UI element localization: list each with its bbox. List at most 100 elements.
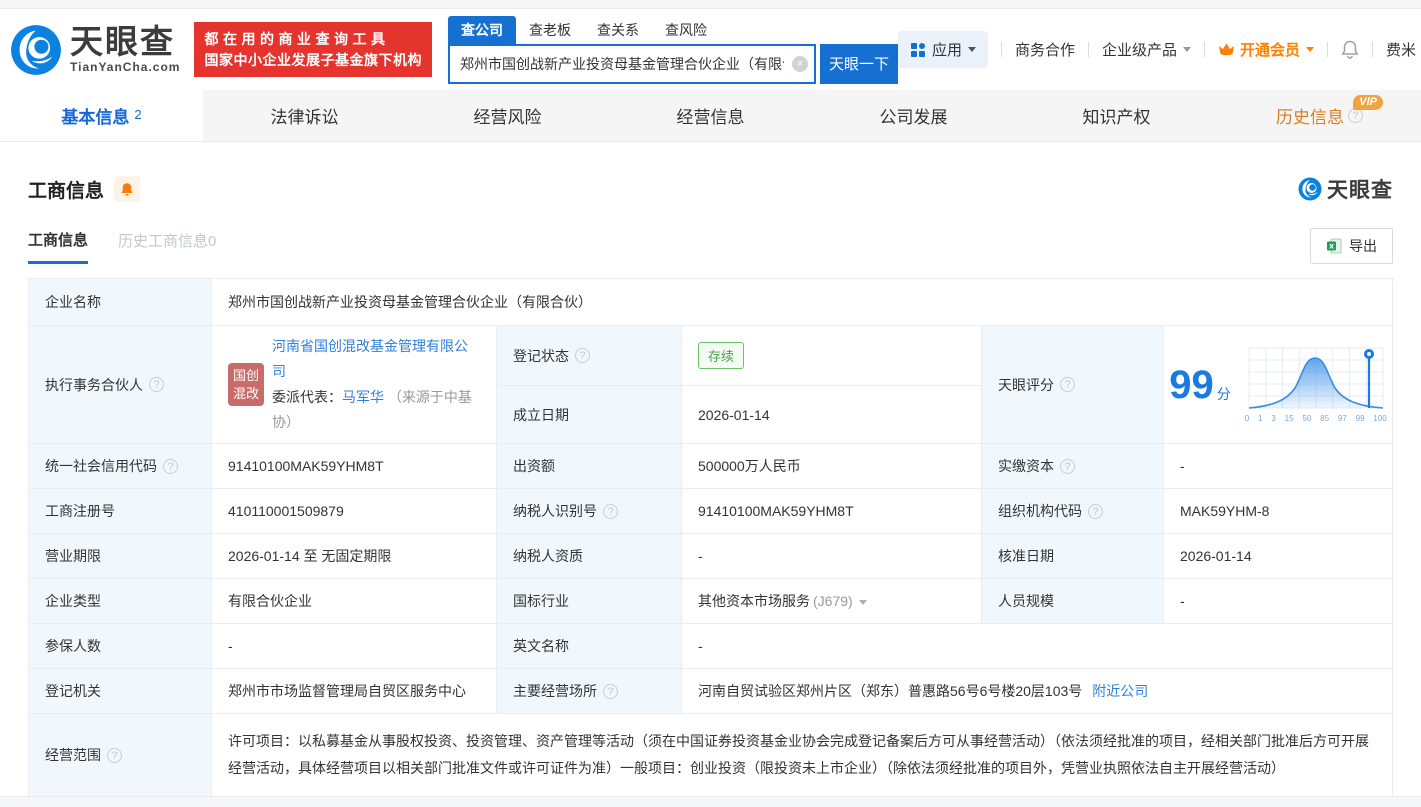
tab-operation-info[interactable]: 经营信息 <box>609 90 812 141</box>
bell-icon <box>120 182 134 197</box>
field-label: 企业名称 <box>29 279 211 325</box>
promo-line2: 国家中小企业发展子基金旗下机构 <box>204 50 422 70</box>
search-tab-company[interactable]: 查公司 <box>448 16 516 44</box>
rep-label: 委派代表： <box>272 389 342 405</box>
bottom-strip <box>0 796 1421 807</box>
user-menu[interactable]: 费米 <box>1386 39 1421 60</box>
field-label: 执行事务合伙人 <box>29 325 211 443</box>
field-label: 出资额 <box>496 443 681 488</box>
chevron-down-icon <box>1306 47 1314 56</box>
main-content: 工商信息 天眼查 工商信息 历史工商信息0 x <box>0 174 1421 798</box>
score-axis-labels: 01 315 5085 9799 100 <box>1245 414 1387 423</box>
registry-authority-value: 郑州市市场监督管理局自贸区服务中心 <box>211 668 496 713</box>
basic-info-count: 2 <box>134 107 141 122</box>
top-strip <box>0 0 1421 9</box>
tianyan-score-cell[interactable]: 99 分 <box>1163 325 1392 443</box>
field-label: 登记状态 <box>496 325 681 385</box>
field-label: 经营范围 <box>29 713 211 797</box>
tianyancha-logo-icon <box>1298 177 1322 201</box>
promo-line1: 都在用的商业查询工具 <box>204 29 422 49</box>
field-label: 英文名称 <box>496 623 681 668</box>
search-area: 查公司 查老板 查关系 查风险 × 天眼一下 <box>448 16 898 84</box>
field-label: 国标行业 <box>496 578 681 623</box>
enterprise-products-menu[interactable]: 企业级产品 <box>1102 39 1191 60</box>
rep-name-link[interactable]: 马军华 <box>342 389 384 405</box>
chevron-down-icon[interactable] <box>859 600 867 609</box>
help-icon[interactable] <box>1088 504 1103 519</box>
username: 费米 <box>1386 39 1416 60</box>
score-unit: 分 <box>1217 384 1231 404</box>
notifications-button[interactable] <box>1341 40 1359 59</box>
field-label: 核准日期 <box>981 533 1163 578</box>
nearby-companies-link[interactable]: 附近公司 <box>1092 681 1148 701</box>
field-label: 组织机构代码 <box>981 488 1163 533</box>
help-icon[interactable] <box>1348 108 1363 123</box>
promo-banner: 都在用的商业查询工具 国家中小企业发展子基金旗下机构 <box>194 22 432 77</box>
help-icon[interactable] <box>163 459 178 474</box>
field-label: 人员规模 <box>981 578 1163 623</box>
subtab-business-info[interactable]: 工商信息 <box>28 229 88 264</box>
vip-badge: VIP <box>1353 95 1383 110</box>
search-input[interactable] <box>448 44 816 84</box>
field-label: 成立日期 <box>496 385 681 443</box>
field-label: 登记机关 <box>29 668 211 713</box>
help-icon[interactable] <box>575 348 590 363</box>
field-label: 实缴资本 <box>981 443 1163 488</box>
help-icon[interactable] <box>1060 459 1075 474</box>
search-tab-risk[interactable]: 查风险 <box>652 16 720 44</box>
chevron-down-icon <box>968 47 976 56</box>
tab-basic-info[interactable]: 基本信息 2 <box>0 90 203 141</box>
field-label: 统一社会信用代码 <box>29 443 211 488</box>
tab-legal-proceedings[interactable]: 法律诉讼 <box>203 90 406 141</box>
search-tab-boss[interactable]: 查老板 <box>516 16 584 44</box>
bell-icon <box>1341 40 1359 59</box>
business-term-value: 2026-01-14 至 无固定期限 <box>211 533 496 578</box>
reg-number-value: 410110001509879 <box>211 488 496 533</box>
help-icon[interactable] <box>603 684 618 699</box>
industry-value: 其他资本市场服务 (J679) <box>681 578 981 623</box>
score-value: 99 <box>1169 365 1214 405</box>
open-vip-menu[interactable]: 开通会员 <box>1218 39 1314 60</box>
taxpayer-id-value: 91410100MAK59YHM8T <box>681 488 981 533</box>
english-name-value: - <box>681 623 1392 668</box>
partner-logo-badge: 国创 混改 <box>228 363 264 406</box>
tab-operation-risk[interactable]: 经营风险 <box>406 90 609 141</box>
apps-grid-icon <box>910 42 926 58</box>
export-button[interactable]: x 导出 <box>1310 228 1393 264</box>
partner-company-link[interactable]: 河南省国创混改基金管理有限公司 <box>272 338 468 379</box>
apps-menu[interactable]: 应用 <box>898 31 988 68</box>
executive-partner-cell: 国创 混改 河南省国创混改基金管理有限公司 委派代表：马军华 （来源于中基协） <box>211 325 496 443</box>
industry-code: (J679) <box>813 593 853 609</box>
chevron-down-icon <box>1183 47 1191 56</box>
help-icon[interactable] <box>149 377 164 392</box>
tab-history-info[interactable]: VIP 历史信息 <box>1218 90 1421 141</box>
search-button[interactable]: 天眼一下 <box>820 44 898 84</box>
org-code-value: MAK59YHM-8 <box>1163 488 1392 533</box>
tianyancha-logo[interactable]: 天眼查 TianYanCha.com <box>10 24 180 76</box>
apps-label: 应用 <box>932 39 962 60</box>
field-label: 工商注册号 <box>29 488 211 533</box>
clear-search-icon[interactable]: × <box>792 56 808 72</box>
logo-domain: TianYanCha.com <box>70 60 180 74</box>
divider <box>1372 42 1373 57</box>
subscribe-bell-button[interactable] <box>114 176 140 202</box>
help-icon[interactable] <box>1060 377 1075 392</box>
help-icon[interactable] <box>603 504 618 519</box>
business-cooperation-link[interactable]: 商务合作 <box>1015 39 1075 60</box>
search-tab-relation[interactable]: 查关系 <box>584 16 652 44</box>
divider <box>1001 42 1002 57</box>
tianyancha-watermark: 天眼查 <box>1298 174 1393 204</box>
company-nav-tabs: 基本信息 2 法律诉讼 经营风险 经营信息 公司发展 知识产权 VIP 历史信息 <box>0 90 1421 142</box>
business-scope-value: 许可项目：以私募基金从事股权投资、投资管理、资产管理等活动（须在中国证券投资基金… <box>211 713 1392 797</box>
company-type-value: 有限合伙企业 <box>211 578 496 623</box>
help-icon[interactable] <box>107 748 122 763</box>
header: 天眼查 TianYanCha.com 都在用的商业查询工具 国家中小企业发展子基… <box>0 9 1421 90</box>
insured-count-value: - <box>211 623 496 668</box>
tab-company-development[interactable]: 公司发展 <box>812 90 1015 141</box>
status-badge: 存续 <box>698 342 744 369</box>
excel-icon: x <box>1326 238 1342 254</box>
subtab-history-business-info[interactable]: 历史工商信息0 <box>118 230 216 262</box>
crown-icon <box>1218 42 1235 57</box>
tab-intellectual-property[interactable]: 知识产权 <box>1015 90 1218 141</box>
field-label: 企业类型 <box>29 578 211 623</box>
